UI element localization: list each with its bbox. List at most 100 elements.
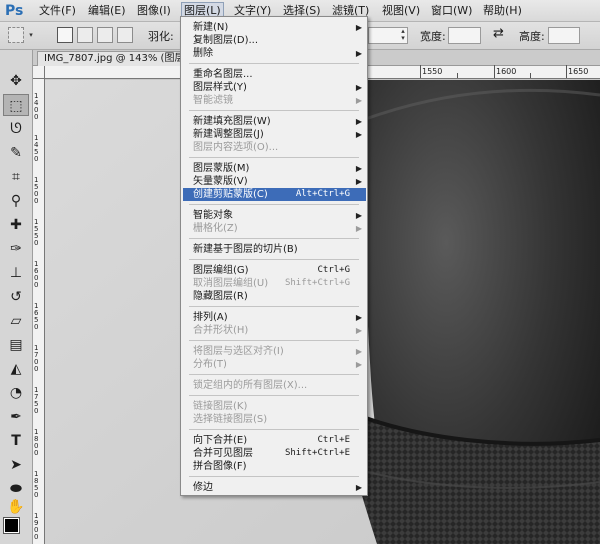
swap-icon[interactable]: ⇄ [493, 26, 504, 41]
ruler-label: 1550 [34, 218, 39, 247]
menu-item-label: 新建基于图层的切片(B) [193, 244, 298, 255]
clone-stamp-tool-icon[interactable]: ⊥ [3, 262, 29, 284]
pen-tool-icon[interactable]: ✒ [3, 406, 29, 428]
subtract-selection-button[interactable] [97, 27, 113, 43]
ruler-label: 1650 [568, 67, 589, 76]
menu-item-smart-filter[interactable]: 智能滤镜 ▶ [183, 94, 366, 107]
ruler-tick [566, 65, 567, 78]
menu-edit[interactable]: 编辑(E) [86, 3, 128, 19]
menu-item-label: 选择链接图层(S) [193, 414, 268, 425]
menu-file[interactable]: 文件(F) [37, 3, 78, 19]
menu-item-new-fill-layer[interactable]: 新建填充图层(W) ▶ [183, 115, 366, 128]
menu-image[interactable]: 图像(I) [135, 3, 173, 19]
healing-brush-tool-icon[interactable]: ✚ [3, 214, 29, 236]
path-select-tool-icon[interactable]: ➤ [3, 454, 29, 476]
eyedropper-tool-icon[interactable]: ⚲ [3, 190, 29, 212]
chevron-down-icon[interactable]: ▾ [27, 32, 35, 46]
menu-item-layer-content-options[interactable]: 图层内容选项(O)... [183, 141, 366, 154]
menu-item-layer-style[interactable]: 图层样式(Y) ▶ [183, 81, 366, 94]
type-tool-icon[interactable]: T [3, 430, 29, 452]
menu-item-shortcut: Alt+Ctrl+G [295, 189, 350, 199]
rect-marquee-tool-icon[interactable]: ⬚ [3, 94, 29, 116]
move-tool-icon[interactable]: ✥ [3, 70, 29, 92]
height-input[interactable] [548, 27, 580, 44]
menu-separator [189, 110, 359, 111]
menu-item-vector-mask[interactable]: 矢量蒙版(V) ▶ [183, 175, 366, 188]
menu-item-label: 链接图层(K) [193, 401, 248, 412]
menu-item-group-layers[interactable]: 图层编组(G) Ctrl+G [183, 264, 366, 277]
menu-item-merge-down[interactable]: 向下合并(E) Ctrl+E [183, 434, 366, 447]
menu-item-rename-layer[interactable]: 重命名图层... [183, 68, 366, 81]
menu-item-combine-shapes[interactable]: 合并形状(H) ▶ [183, 324, 366, 337]
eraser-tool-icon[interactable]: ▱ [3, 310, 29, 332]
ruler-corner [33, 66, 45, 79]
menu-item-ungroup-layers[interactable]: 取消图层编组(U) Shift+Ctrl+G [183, 277, 366, 290]
ruler-label: 1750 [34, 386, 39, 415]
blur-tool-icon[interactable]: ◭ [3, 358, 29, 380]
menu-item-matting[interactable]: 修边 ▶ [183, 481, 366, 494]
menu-item-label: 创建剪贴蒙版(C) [193, 189, 268, 200]
foreground-color-swatch[interactable] [3, 517, 20, 534]
menu-item-link-layers[interactable]: 链接图层(K) [183, 400, 366, 413]
lasso-tool-icon[interactable]: ᘎ [3, 118, 29, 140]
history-brush-tool-icon[interactable]: ↺ [3, 286, 29, 308]
menu-item-smart-object[interactable]: 智能对象 ▶ [183, 209, 366, 222]
menu-item-hide-layers[interactable]: 隐藏图层(R) [183, 290, 366, 303]
submenu-arrow-icon: ▶ [355, 117, 362, 126]
submenu-arrow-icon: ▶ [355, 23, 362, 32]
menu-separator [189, 238, 359, 239]
menu-item-merge-visible[interactable]: 合并可见图层 Shift+Ctrl+E [183, 447, 366, 460]
menu-item-shortcut: Shift+Ctrl+E [284, 448, 350, 458]
submenu-arrow-icon: ▶ [355, 96, 362, 105]
brush-tool-icon[interactable]: ✑ [3, 238, 29, 260]
menu-separator [189, 157, 359, 158]
menu-item-align-to-selection[interactable]: 将图层与选区对齐(I) ▶ [183, 345, 366, 358]
menu-item-rasterize[interactable]: 栅格化(Z) ▶ [183, 222, 366, 235]
menu-item-label: 向下合并(E) [193, 435, 248, 446]
marquee-preset-icon[interactable] [8, 27, 24, 43]
menu-item-label: 新建调整图层(J) [193, 129, 264, 140]
menu-item-new[interactable]: 新建(N) ▶ [183, 21, 366, 34]
menu-help[interactable]: 帮助(H) [481, 3, 524, 19]
width-input[interactable] [448, 27, 481, 44]
menu-item-label: 重命名图层... [193, 69, 253, 80]
menu-view[interactable]: 视图(V) [380, 3, 422, 19]
new-selection-button[interactable] [57, 27, 73, 43]
add-to-selection-button[interactable] [77, 27, 93, 43]
crop-tool-icon[interactable]: ⌗ [3, 166, 29, 188]
dodge-tool-icon[interactable]: ◔ [3, 382, 29, 404]
menu-item-arrange[interactable]: 排列(A) ▶ [183, 311, 366, 324]
menu-item-delete[interactable]: 删除 ▶ [183, 47, 366, 60]
ruler-left: 1400 1450 1500 1550 1600 1650 1700 1750 … [33, 79, 45, 544]
menu-item-select-linked-layers[interactable]: 选择链接图层(S) [183, 413, 366, 426]
menu-separator [189, 476, 359, 477]
menu-item-distribute[interactable]: 分布(T) ▶ [183, 358, 366, 371]
menu-item-layer-mask[interactable]: 图层蒙版(M) ▶ [183, 162, 366, 175]
menu-separator [189, 429, 359, 430]
menu-separator [189, 395, 359, 396]
menu-item-label: 矢量蒙版(V) [193, 176, 248, 187]
submenu-arrow-icon: ▶ [355, 164, 362, 173]
menu-separator [189, 340, 359, 341]
submenu-arrow-icon: ▶ [355, 211, 362, 220]
chevron-updown-icon[interactable]: ▴ ▾ [399, 28, 407, 42]
document-tab[interactable]: IMG_7807.jpg @ 143% (图层 [37, 51, 192, 66]
menu-item-new-layer-slice[interactable]: 新建基于图层的切片(B) [183, 243, 366, 256]
menu-item-lock-all-layers[interactable]: 锁定组内的所有图层(X)... [183, 379, 366, 392]
ruler-label: 1500 [34, 176, 39, 205]
menu-item-duplicate-layer[interactable]: 复制图层(D)... [183, 34, 366, 47]
gradient-tool-icon[interactable]: ▤ [3, 334, 29, 356]
menu-item-label: 修边 [193, 482, 213, 493]
intersect-selection-button[interactable] [117, 27, 133, 43]
submenu-arrow-icon: ▶ [355, 177, 362, 186]
menu-item-new-adjustment-layer[interactable]: 新建调整图层(J) ▶ [183, 128, 366, 141]
quick-select-tool-icon[interactable]: ✎ [3, 142, 29, 164]
menu-window[interactable]: 窗口(W) [429, 3, 474, 19]
menu-item-flatten-image[interactable]: 拼合图像(F) [183, 460, 366, 473]
menu-item-create-clipping-mask[interactable]: 创建剪贴蒙版(C) Alt+Ctrl+G [183, 188, 366, 201]
hand-tool-icon[interactable]: ✋ [3, 496, 29, 518]
submenu-arrow-icon: ▶ [355, 224, 362, 233]
ruler-tick [530, 73, 531, 78]
menu-item-label: 新建填充图层(W) [193, 116, 271, 127]
ruler-label: 1600 [34, 260, 39, 289]
